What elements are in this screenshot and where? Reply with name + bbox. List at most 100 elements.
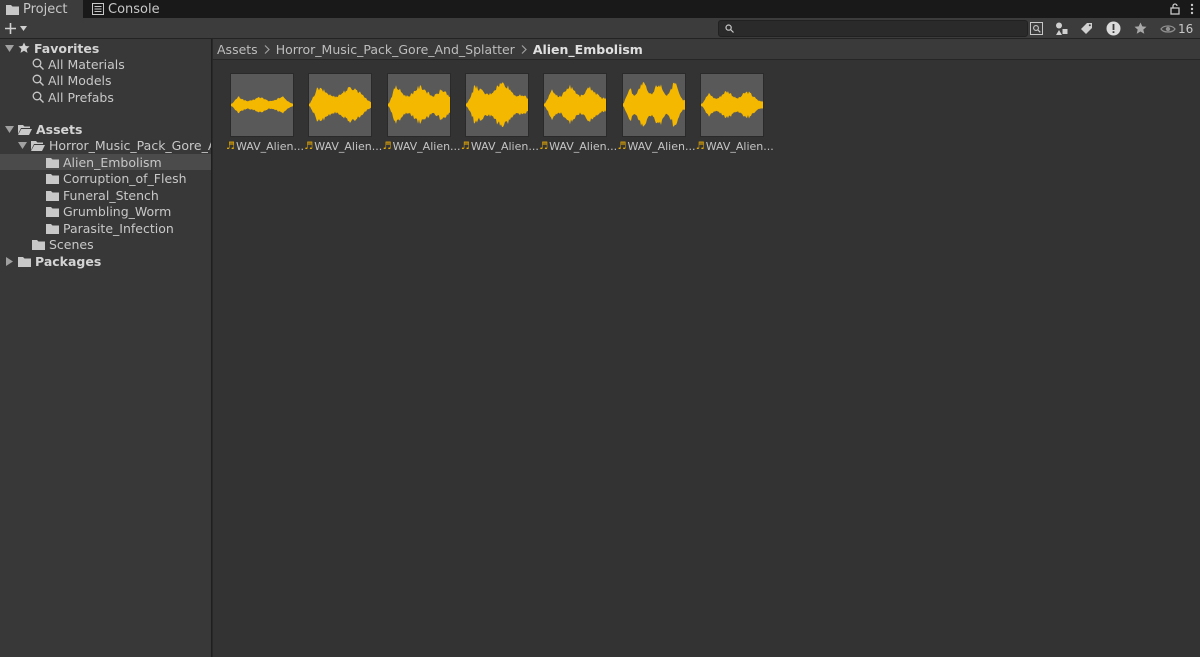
asset-label-text: WAV_Alien... (627, 139, 696, 153)
window-tab-bar: Project Console (0, 0, 1200, 18)
folder-open-icon (18, 124, 32, 135)
tab-tools (1170, 1, 1194, 17)
audio-asset-tile[interactable]: ♬ WAV_Alien... (461, 73, 539, 155)
breadcrumb-item-assets[interactable]: Assets (217, 42, 258, 57)
asset-label[interactable]: ♬ WAV_Alien... (461, 139, 539, 153)
chevron-down-icon (20, 26, 27, 31)
expand-arrow-icon[interactable] (18, 140, 27, 150)
tree-favorites-label: Favorites (34, 40, 100, 56)
tree-folder-grumbling-worm[interactable]: Grumbling_Worm (0, 203, 211, 219)
breadcrumb-current[interactable]: Alien_Embolism (533, 42, 643, 57)
asset-label[interactable]: ♬ WAV_Alien... (618, 139, 696, 153)
tree-item-label: All Materials (48, 56, 125, 72)
console-icon (92, 3, 104, 15)
log-filter-icon[interactable] (1103, 20, 1123, 37)
tree-folder-parasite-infection[interactable]: Parasite_Infection (0, 220, 211, 236)
asset-browser: Assets Horror_Music_Pack_Gore_And_Splatt… (213, 39, 1200, 657)
audio-clip-icon: ♬ (617, 140, 627, 152)
audio-asset-tile[interactable]: ♬ WAV_Alien... (618, 73, 695, 155)
tree-folder-funeral-stench[interactable]: Funeral_Stench (0, 187, 211, 203)
asset-label[interactable]: ♬ WAV_Alien... (304, 139, 382, 153)
tree-folder-alien-embolism[interactable]: Alien_Embolism (0, 154, 211, 170)
audio-asset-tile[interactable]: ♬ WAV_Alien... (539, 73, 617, 155)
audio-asset-tile[interactable]: ♬ WAV_Alien... (696, 73, 774, 155)
waveform-thumbnail[interactable] (699, 73, 764, 137)
asset-label[interactable]: ♬ WAV_Alien... (226, 139, 304, 153)
lock-icon[interactable] (1170, 3, 1180, 15)
folder-icon (46, 223, 59, 234)
expand-arrow-icon[interactable] (4, 124, 14, 134)
search-icon (32, 91, 44, 103)
kebab-menu-icon[interactable] (1190, 3, 1194, 15)
waveform-thumbnail[interactable] (543, 73, 608, 137)
waveform-thumbnail[interactable] (621, 73, 686, 137)
waveform-icon (700, 91, 763, 119)
audio-asset-tile[interactable]: ♬ WAV_Alien... (383, 73, 461, 155)
asset-grid: ♬ WAV_Alien... ♬ WAV_Alien... ♬ WAV_Alien... ♬… (213, 60, 1200, 657)
visible-count[interactable]: 16 (1160, 20, 1193, 37)
waveform-thumbnail[interactable] (230, 73, 294, 137)
waveform-icon (309, 86, 372, 123)
tree-item-label: Alien_Embolism (63, 154, 162, 170)
expand-arrow-icon[interactable] (4, 43, 14, 53)
asset-label-text: WAV_Alien... (549, 139, 618, 153)
chevron-right-icon (264, 42, 270, 57)
tree-assets-label: Assets (36, 121, 83, 137)
tree-folder-scenes[interactable]: Scenes (0, 236, 211, 252)
folder-icon (46, 206, 59, 217)
visible-count-label: 16 (1178, 21, 1194, 36)
audio-asset-tile[interactable]: ♬ WAV_Alien... (304, 73, 382, 155)
audio-clip-icon: ♬ (460, 140, 470, 152)
audio-clip-icon: ♬ (226, 140, 235, 152)
audio-asset-tile[interactable]: ♬ WAV_Alien... (226, 73, 304, 155)
search-by-type-icon[interactable] (1026, 20, 1046, 37)
waveform-thumbnail[interactable] (386, 73, 451, 137)
waveform-icon (465, 82, 528, 127)
search-icon (725, 24, 734, 33)
create-button[interactable] (4, 20, 34, 37)
tree-packages[interactable]: Packages (0, 253, 211, 269)
asset-label[interactable]: ♬ WAV_Alien... (696, 139, 774, 153)
audio-clip-icon: ♬ (382, 140, 392, 152)
asset-label-text: WAV_Alien... (235, 139, 304, 153)
filter-by-type-icon[interactable] (1051, 20, 1071, 37)
breadcrumb-item-pack[interactable]: Horror_Music_Pack_Gore_And_Splatter (276, 42, 515, 57)
waveform-icon (544, 84, 607, 125)
tab-console[interactable]: Console (87, 0, 173, 18)
waveform-thumbnail[interactable] (308, 73, 373, 137)
tree-item-label: Parasite_Infection (63, 220, 174, 236)
search-input[interactable] (718, 20, 1028, 37)
asset-label[interactable]: ♬ WAV_Alien... (539, 139, 617, 153)
waveform-thumbnail[interactable] (464, 73, 529, 137)
search-icon (32, 74, 44, 86)
asset-label-text: WAV_Alien... (392, 139, 461, 153)
tree-favorite-all-prefabs[interactable]: All Prefabs (0, 89, 211, 105)
folder-icon (6, 4, 19, 15)
project-toolbar: 16 (0, 18, 1200, 39)
tree-folder-corruption-of-flesh[interactable]: Corruption_of_Flesh (0, 170, 211, 186)
tree-packages-label: Packages (35, 253, 102, 269)
star-favorite-icon[interactable] (1130, 20, 1150, 37)
asset-label-text: WAV_Alien... (314, 139, 383, 153)
folder-icon (46, 173, 59, 184)
folder-icon (32, 239, 45, 250)
tree-favorite-all-models[interactable]: All Models (0, 72, 211, 88)
plus-icon (5, 23, 16, 34)
tree-horror-music-pack[interactable]: Horror_Music_Pack_Gore_Ar (0, 137, 211, 153)
chevron-right-icon (521, 42, 527, 57)
tree-assets[interactable]: Assets (0, 121, 211, 137)
eye-icon (1160, 24, 1176, 33)
tab-project[interactable]: Project (0, 0, 83, 18)
tree-favorite-all-materials[interactable]: All Materials (0, 56, 211, 72)
asset-label-text: WAV_Alien... (470, 139, 539, 153)
asset-label[interactable]: ♬ WAV_Alien... (383, 139, 461, 153)
tree-item-label: Funeral_Stench (63, 187, 159, 203)
collapse-arrow-icon[interactable] (4, 256, 14, 266)
waveform-icon (387, 85, 450, 124)
filter-by-label-icon[interactable] (1076, 20, 1096, 37)
tree-favorites[interactable]: Favorites (0, 40, 211, 56)
folder-icon (46, 157, 59, 168)
asset-label-text: WAV_Alien... (705, 139, 774, 153)
waveform-icon (231, 96, 293, 114)
tree-item-label: Grumbling_Worm (63, 203, 172, 219)
